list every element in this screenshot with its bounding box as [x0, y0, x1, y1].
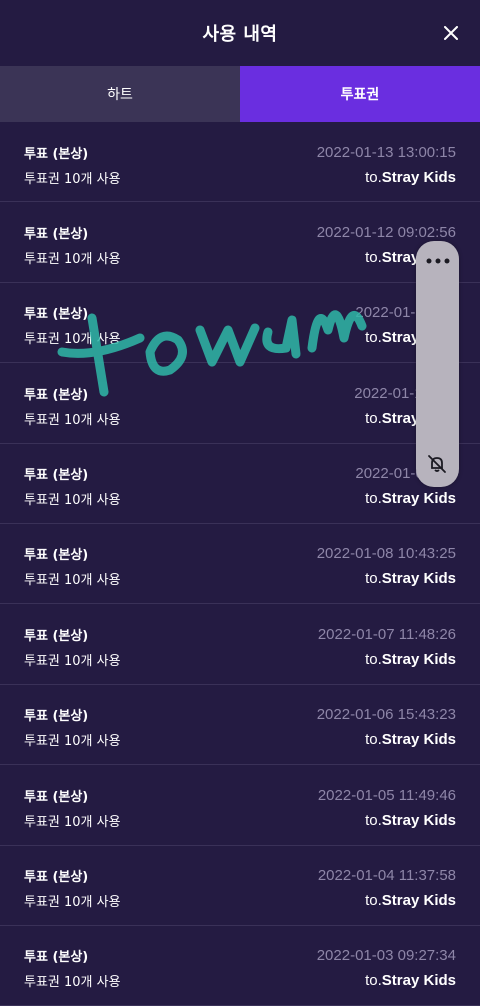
usage-text: 투표권 10개 사용	[24, 171, 121, 187]
target-prefix: to.	[365, 248, 382, 266]
vote-target: to.Stray Kids	[365, 570, 456, 587]
tab-hearts[interactable]: 하트	[0, 66, 240, 122]
list-item: 투표 (본상) 2022-01-12 09:02:56 투표권 10개 사용 to.S…	[0, 202, 480, 283]
target-prefix: to.	[365, 168, 382, 186]
timestamp: 2022-01-12 09:02:56	[316, 223, 456, 241]
list-item: 투표 (본상) 2022-01-03 09:27:34 투표권 10개 사용 to.S…	[0, 926, 480, 1006]
list-item: 투표 (본상) 2022-01-06 15:43:23 투표권 10개 사용 to.S…	[0, 685, 480, 766]
tab-vote-tickets[interactable]: 투표권	[240, 66, 480, 122]
list-item: 투표 (본상) 2022-01-09 11: 투표권 10개 사용 to.Stray …	[0, 444, 480, 524]
vote-target: to.Stray Kids	[365, 972, 456, 989]
timestamp: 2022-01-08 10:43:25	[316, 545, 456, 563]
app-header: 사용 내역	[0, 0, 480, 66]
list-item: 투표 (본상) 2022-01-04 11:37:58 투표권 10개 사용 to.S…	[0, 846, 480, 926]
vote-target: to.Stray Kids	[365, 812, 456, 829]
usage-text: 투표권 10개 사용	[24, 493, 121, 509]
artist-name: Stray Kids	[381, 490, 456, 508]
target-prefix: to.	[365, 972, 382, 990]
artist-name: Stray Kids	[381, 168, 456, 186]
target-prefix: to.	[365, 731, 382, 749]
timestamp: 2022-01-05 11:49:46	[317, 786, 456, 804]
target-prefix: to.	[365, 650, 382, 668]
artist-name: Stray Kids	[381, 731, 456, 749]
list-item: 투표 (본상) 2022-01-08 10:43:25 투표권 10개 사용 to.S…	[0, 524, 480, 605]
tab-bar: 하트 투표권	[0, 66, 480, 122]
timestamp: 2022-01-03 09:27:34	[316, 947, 456, 965]
timestamp: 2022-01-06 15:43:23	[316, 706, 456, 724]
vote-type-label: 투표 (본상)	[24, 548, 89, 564]
usage-text: 투표권 10개 사용	[24, 251, 121, 267]
usage-text: 투표권 10개 사용	[24, 975, 121, 991]
target-prefix: to.	[365, 570, 382, 588]
list-item: 투표 (본상) 2022-01-05 11:49:46 투표권 10개 사용 to.S…	[0, 765, 480, 846]
artist-name: Stray Kids	[381, 811, 456, 829]
target-prefix: to.	[365, 892, 382, 910]
artist-name: Stray Kids	[381, 570, 456, 588]
vote-target: to.Stray Kids	[365, 169, 456, 186]
artist-name: Stray Kids	[381, 892, 456, 910]
vote-type-label: 투표 (본상)	[24, 468, 89, 484]
usage-text: 투표권 10개 사용	[24, 332, 121, 348]
vote-type-label: 투표 (본상)	[24, 146, 89, 162]
target-prefix: to.	[365, 811, 382, 829]
usage-text: 투표권 10개 사용	[24, 734, 121, 750]
vote-type-label: 투표 (본상)	[24, 870, 89, 886]
artist-name: Stray Kids	[381, 650, 456, 668]
list-item: 투표 (본상) 2022-01-13 13:00:15 투표권 10개 사용 to.S…	[0, 122, 480, 203]
usage-text: 투표권 10개 사용	[24, 653, 121, 669]
floating-control-panel[interactable]	[416, 241, 459, 487]
timestamp: 2022-01-04 11:37:58	[317, 867, 456, 885]
page-title: 사용 내역	[202, 24, 278, 45]
list-item: 투표 (본상) 2022-01-07 11:48:26 투표권 10개 사용 to.S…	[0, 604, 480, 685]
more-horizontal-icon[interactable]	[416, 253, 459, 269]
usage-text: 투표권 10개 사용	[24, 412, 121, 428]
artist-name: Stray Kids	[381, 972, 456, 990]
vote-type-label: 투표 (본상)	[24, 226, 89, 242]
timestamp: 2022-01-13 13:00:15	[316, 143, 456, 161]
vote-target: to.Stray Kids	[365, 490, 456, 507]
bell-off-icon[interactable]	[426, 453, 448, 475]
vote-type-label: 투표 (본상)	[24, 950, 89, 966]
target-prefix: to.	[365, 409, 382, 427]
list-item: 투표 (본상) 2022-01-11 08: 투표권 10개 사용 to.Stray …	[0, 283, 480, 364]
usage-text: 투표권 10개 사용	[24, 814, 121, 830]
timestamp: 2022-01-07 11:48:26	[317, 625, 456, 643]
vote-type-label: 투표 (본상)	[24, 709, 89, 725]
vote-type-label: 투표 (본상)	[24, 789, 89, 805]
vote-type-label: 투표 (본상)	[24, 628, 89, 644]
close-icon[interactable]	[438, 20, 464, 46]
vote-type-label: 투표 (본상)	[24, 387, 89, 403]
target-prefix: to.	[365, 329, 382, 347]
list-item: 투표 (본상) 2022-01-10 12: 투표권 10개 사용 to.Stray …	[0, 363, 480, 444]
vote-target: to.Stray Kids	[365, 651, 456, 668]
usage-history-list: 투표 (본상) 2022-01-13 13:00:15 투표권 10개 사용 to.S…	[0, 122, 480, 1006]
vote-type-label: 투표 (본상)	[24, 307, 89, 323]
vote-target: to.Stray Kids	[365, 892, 456, 909]
vote-target: to.Stray Kids	[365, 731, 456, 748]
usage-text: 투표권 10개 사용	[24, 895, 121, 911]
target-prefix: to.	[365, 490, 382, 508]
usage-text: 투표권 10개 사용	[24, 573, 121, 589]
